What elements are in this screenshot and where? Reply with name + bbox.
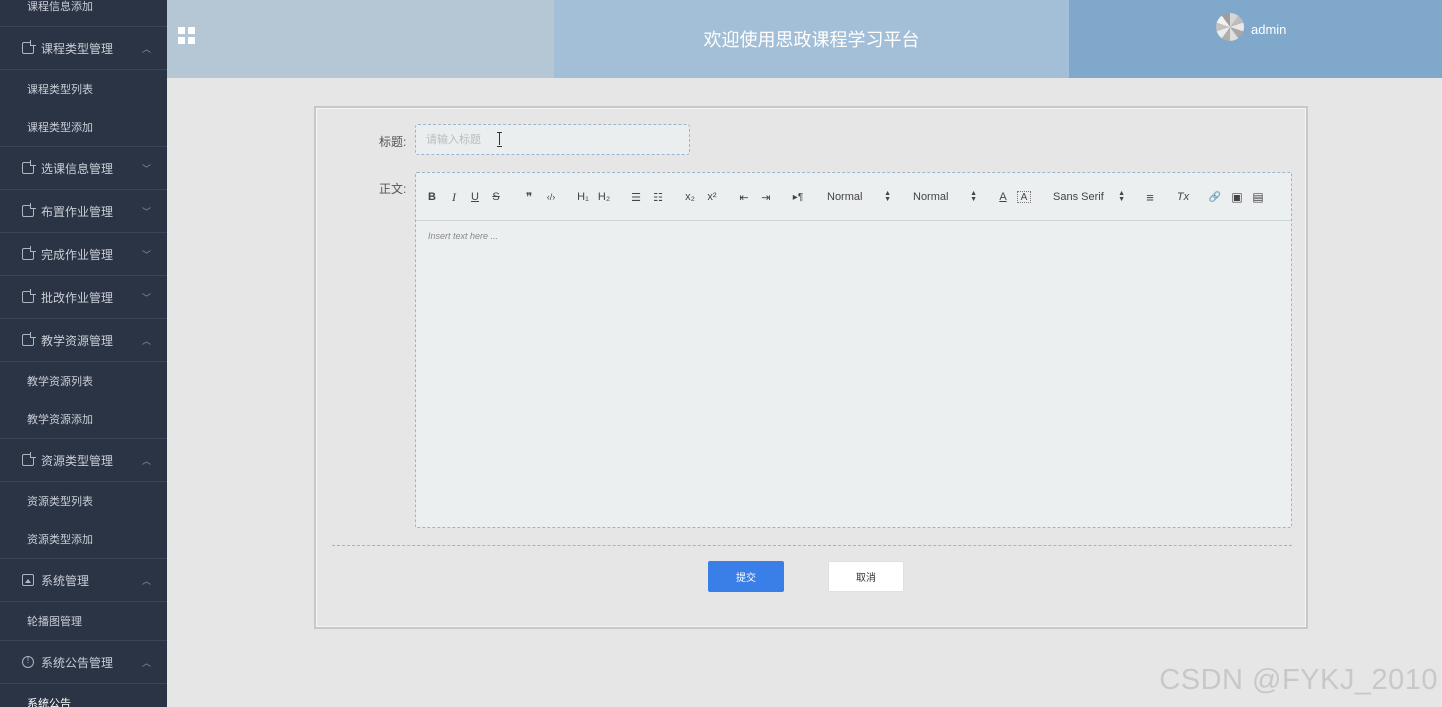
- sidebar-group-label: 资源类型管理: [41, 453, 114, 468]
- font-select[interactable]: Sans Serif ▲ ▼: [1053, 189, 1125, 205]
- header1-icon[interactable]: H₁: [575, 189, 591, 205]
- superscript-icon[interactable]: x²: [704, 189, 720, 205]
- text-cursor-icon: [497, 132, 503, 147]
- sidebar-item-course-type-add[interactable]: 课程类型添加: [0, 108, 167, 146]
- sidebar-group-course-type[interactable]: 课程类型管理 ︿: [0, 27, 167, 70]
- editor-content[interactable]: Insert text here ...: [428, 231, 498, 241]
- announcement-form: 标题: 正文: B I U S ❞ ‹/› H₁ H₂ ☰ ☷ x₂ x² ⇤ …: [314, 106, 1308, 629]
- doc-edit-icon: [22, 289, 36, 303]
- top-header: 欢迎使用思政课程学习平台 admin: [167, 0, 1442, 78]
- clear-format-icon[interactable]: Tx: [1175, 189, 1191, 205]
- rich-text-editor: B I U S ❞ ‹/› H₁ H₂ ☰ ☷ x₂ x² ⇤ ⇥ ▸¶ Nor…: [415, 172, 1292, 528]
- sidebar-item-resource-type-list[interactable]: 资源类型列表: [0, 482, 167, 520]
- text-direction-icon[interactable]: ▸¶: [790, 189, 806, 205]
- doc-edit-icon: [22, 160, 36, 174]
- sidebar-item-announcement[interactable]: 系统公告: [0, 684, 167, 707]
- align-icon[interactable]: ≡: [1143, 189, 1157, 205]
- chevron-down-icon: ﹀: [141, 207, 151, 217]
- doc-edit-icon: [22, 203, 36, 217]
- link-icon[interactable]: 🔗: [1208, 189, 1222, 205]
- chevron-down-icon: ﹀: [141, 164, 151, 174]
- sidebar-group-announcements[interactable]: 系统公告管理 ︿: [0, 641, 167, 684]
- watermark: CSDN @FYKJ_2010: [1159, 664, 1438, 696]
- size-select[interactable]: Normal ▲ ▼: [827, 189, 891, 205]
- indent-icon[interactable]: ⇥: [759, 189, 773, 205]
- sidebar-group-label: 布置作业管理: [41, 204, 114, 219]
- image-icon: [22, 574, 34, 586]
- bold-icon[interactable]: B: [426, 189, 438, 205]
- background-color-icon[interactable]: A: [1017, 191, 1031, 203]
- header-select-value: Normal: [913, 191, 949, 203]
- subscript-icon[interactable]: x₂: [682, 189, 698, 205]
- sidebar-group-label: 批改作业管理: [41, 290, 114, 305]
- sidebar-group-teaching-resources[interactable]: 教学资源管理 ︿: [0, 319, 167, 362]
- body-label: 正文:: [379, 182, 407, 196]
- bullet-list-icon[interactable]: ☷: [651, 189, 665, 205]
- chevron-up-icon: ︿: [141, 456, 151, 466]
- sidebar-item-resource-add[interactable]: 教学资源添加: [0, 400, 167, 438]
- font-select-value: Sans Serif: [1053, 191, 1104, 203]
- info-icon: [22, 655, 34, 668]
- doc-edit-icon: [22, 332, 36, 346]
- sidebar-group-grade-homework[interactable]: 批改作业管理 ﹀: [0, 276, 167, 319]
- underline-icon[interactable]: U: [469, 189, 481, 205]
- video-icon[interactable]: ▤: [1251, 189, 1265, 205]
- sidebar-item-resource-type-add[interactable]: 资源类型添加: [0, 520, 167, 558]
- chevron-up-icon: ︿: [141, 336, 151, 346]
- cancel-button[interactable]: 取消: [828, 561, 904, 592]
- header-select[interactable]: Normal ▲ ▼: [913, 189, 977, 205]
- page-title: 欢迎使用思政课程学习平台: [554, 0, 1069, 78]
- header2-icon[interactable]: H₂: [596, 189, 612, 205]
- sidebar-item-carousel[interactable]: 轮播图管理: [0, 602, 167, 640]
- title-input[interactable]: [415, 124, 690, 155]
- sidebar-group-label: 选课信息管理: [41, 161, 114, 176]
- sidebar-group-label: 系统公告管理: [41, 655, 114, 670]
- text-color-icon[interactable]: A: [997, 189, 1009, 205]
- select-arrows-icon: ▲ ▼: [1118, 190, 1125, 203]
- sidebar-group-system[interactable]: 系统管理 ︿: [0, 559, 167, 602]
- code-block-icon[interactable]: ‹/›: [543, 189, 559, 205]
- chevron-down-icon: ﹀: [141, 250, 151, 260]
- chevron-up-icon: ︿: [141, 658, 151, 668]
- ordered-list-icon[interactable]: ☰: [629, 189, 643, 205]
- sidebar-group-complete-homework[interactable]: 完成作业管理 ﹀: [0, 233, 167, 276]
- select-arrows-icon: ▲ ▼: [970, 190, 977, 203]
- sidebar-group-assign-homework[interactable]: 布置作业管理 ﹀: [0, 190, 167, 233]
- sidebar-group-resource-type[interactable]: 资源类型管理 ︿: [0, 439, 167, 482]
- chevron-up-icon: ︿: [141, 44, 151, 54]
- sidebar-item-resource-list[interactable]: 教学资源列表: [0, 362, 167, 400]
- chevron-down-icon: ﹀: [141, 293, 151, 303]
- size-select-value: Normal: [827, 191, 863, 203]
- sidebar-group-label: 完成作业管理: [41, 247, 114, 262]
- blockquote-icon[interactable]: ❞: [522, 189, 536, 205]
- strikethrough-icon[interactable]: S: [490, 189, 502, 205]
- sidebar: 课程信息添加 课程类型管理 ︿ 课程类型列表 课程类型添加 选课信息管理 ﹀ 布…: [0, 0, 167, 707]
- doc-edit-icon: [22, 40, 36, 54]
- editor-toolbar: B I U S ❞ ‹/› H₁ H₂ ☰ ☷ x₂ x² ⇤ ⇥ ▸¶ Nor…: [416, 173, 1291, 221]
- doc-edit-icon: [22, 452, 36, 466]
- select-arrows-icon: ▲ ▼: [884, 190, 891, 203]
- form-divider: [332, 545, 1292, 546]
- sidebar-item-course-type-list[interactable]: 课程类型列表: [0, 70, 167, 108]
- doc-edit-icon: [22, 246, 36, 260]
- sidebar-item-course-info-add[interactable]: 课程信息添加: [0, 0, 167, 14]
- avatar[interactable]: [1216, 13, 1244, 41]
- sidebar-group-course-selection[interactable]: 选课信息管理 ﹀: [0, 147, 167, 190]
- menu-grid-icon[interactable]: [178, 27, 195, 44]
- sidebar-group-label: 教学资源管理: [41, 333, 114, 348]
- image-icon[interactable]: ▣: [1230, 189, 1244, 205]
- header-left: [167, 0, 554, 78]
- submit-button[interactable]: 提交: [708, 561, 784, 592]
- username[interactable]: admin: [1251, 22, 1286, 37]
- italic-icon[interactable]: I: [448, 189, 460, 205]
- outdent-icon[interactable]: ⇤: [737, 189, 751, 205]
- chevron-up-icon: ︿: [141, 576, 151, 586]
- header-right: admin: [1069, 0, 1442, 78]
- sidebar-group-label: 系统管理: [41, 573, 90, 588]
- title-label: 标题:: [379, 135, 407, 149]
- sidebar-group-label: 课程类型管理: [41, 41, 114, 56]
